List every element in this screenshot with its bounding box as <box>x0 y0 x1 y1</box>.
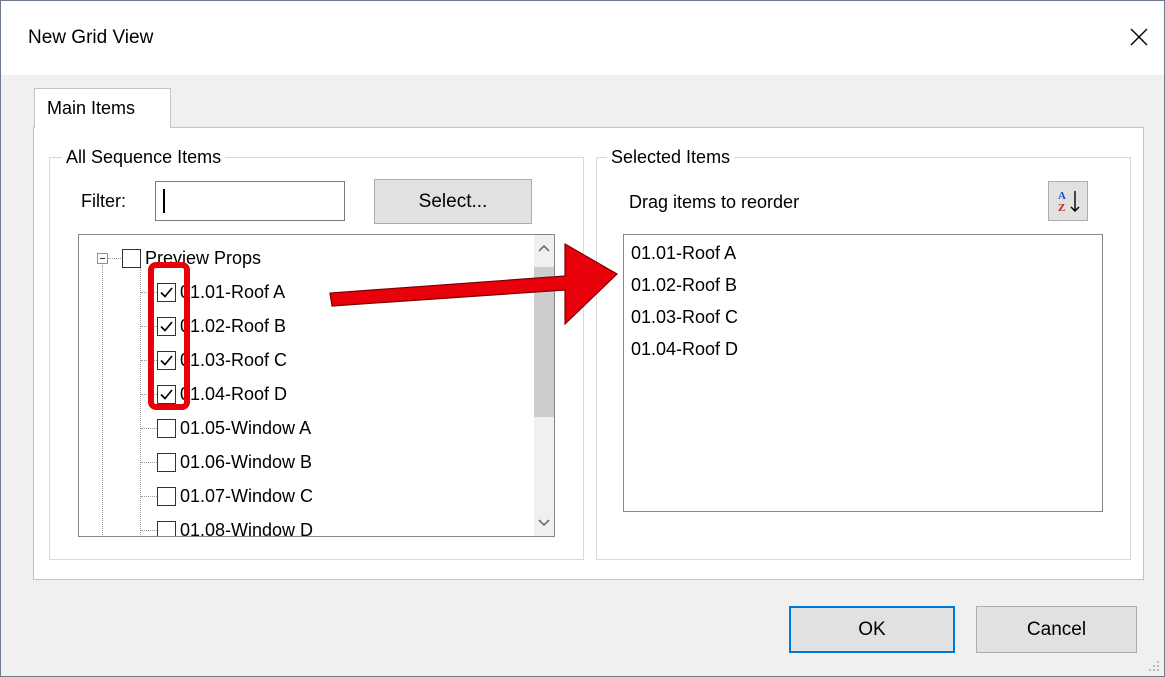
checkbox[interactable] <box>157 452 176 472</box>
ok-button-label: OK <box>858 618 886 640</box>
tree-item[interactable]: 01.08-Window D <box>157 514 314 537</box>
sequence-tree[interactable]: Preview Props 01.01-Roof A 01.02-Roof B 01… <box>78 234 555 537</box>
checkbox[interactable] <box>157 384 176 404</box>
checkbox[interactable] <box>157 282 176 302</box>
tree-scrollbar[interactable] <box>534 235 554 536</box>
checkbox[interactable] <box>157 316 176 336</box>
tree-item[interactable]: 01.04-Roof D <box>157 378 287 410</box>
tree-item-label: 01.06-Window B <box>180 451 313 472</box>
ok-button[interactable]: OK <box>789 606 955 653</box>
reorder-hint: Drag items to reorder <box>629 192 800 212</box>
tree-guide-line <box>102 265 103 536</box>
svg-text:Z: Z <box>1058 202 1065 214</box>
tree-guide-line <box>141 360 157 361</box>
list-item[interactable]: 01.01-Roof A <box>631 243 736 264</box>
tree-item-label: 01.08-Window D <box>180 519 314 537</box>
tree-item-label: 01.05-Window A <box>180 417 312 438</box>
checkbox[interactable] <box>157 350 176 370</box>
tree-item-label: 01.02-Roof B <box>180 315 287 336</box>
filter-input[interactable] <box>155 181 345 221</box>
resize-grip-icon[interactable] <box>1147 659 1161 673</box>
tree-guide-line <box>141 496 157 497</box>
tree-item[interactable]: 01.03-Roof C <box>157 344 287 376</box>
tree-guide-line <box>141 292 157 293</box>
select-button[interactable]: Select... <box>374 179 532 224</box>
tree-item[interactable]: 01.05-Window A <box>157 412 311 444</box>
tree-guide-line <box>141 394 157 395</box>
selected-items-list[interactable]: 01.01-Roof A 01.02-Roof B 01.03-Roof C 01.0… <box>623 234 1103 512</box>
tree-root-preview-props[interactable]: Preview Props <box>122 242 261 274</box>
tab-main-items[interactable]: Main Items <box>34 88 171 128</box>
tree-guide-line <box>141 326 157 327</box>
select-button-label: Select... <box>418 190 488 212</box>
cancel-button[interactable]: Cancel <box>976 606 1137 653</box>
tree-guide-line <box>108 258 121 259</box>
tree-item[interactable]: 01.07-Window C <box>157 480 313 512</box>
svg-text:A: A <box>1058 190 1066 202</box>
tree-item-label: 01.01-Roof A <box>180 281 286 302</box>
list-item[interactable]: 01.02-Roof B <box>631 275 737 296</box>
tree-guide-line <box>141 462 157 463</box>
text-cursor <box>163 189 165 213</box>
list-item[interactable]: 01.03-Roof C <box>631 307 738 328</box>
tree-guide-line <box>141 530 157 531</box>
all-sequence-legend: All Sequence Items <box>62 145 226 169</box>
tree-item-label: 01.03-Roof C <box>180 349 288 370</box>
checkbox[interactable] <box>157 418 176 438</box>
tab-label: Main Items <box>47 98 136 118</box>
scroll-up-icon[interactable] <box>534 235 554 261</box>
scroll-thumb[interactable] <box>534 267 554 417</box>
checkbox-preview-props[interactable] <box>122 248 141 268</box>
filter-label: Filter: <box>81 191 126 211</box>
scroll-down-icon[interactable] <box>534 510 554 536</box>
window-title: New Grid View <box>28 27 154 48</box>
close-icon[interactable] <box>1119 17 1159 57</box>
tree-item[interactable]: 01.06-Window B <box>157 446 312 478</box>
checkbox[interactable] <box>157 520 176 536</box>
collapse-icon[interactable] <box>97 253 108 264</box>
title-bar: New Grid View <box>1 1 1164 75</box>
tree-item[interactable]: 01.01-Roof A <box>157 276 285 308</box>
tree-guide-line <box>141 428 157 429</box>
sort-az-icon[interactable]: A Z <box>1048 181 1088 221</box>
list-item[interactable]: 01.04-Roof D <box>631 339 738 360</box>
checkbox[interactable] <box>157 486 176 506</box>
tree-root-label: Preview Props <box>145 247 262 268</box>
dialog-window: New Grid View Main Items All Sequence It… <box>0 0 1165 677</box>
tree-item-label: 01.04-Roof D <box>180 383 288 404</box>
selected-items-legend: Selected Items <box>607 145 735 169</box>
tree-item[interactable]: 01.02-Roof B <box>157 310 286 342</box>
tree-item-label: 01.07-Window C <box>180 485 314 506</box>
cancel-button-label: Cancel <box>1026 618 1087 640</box>
